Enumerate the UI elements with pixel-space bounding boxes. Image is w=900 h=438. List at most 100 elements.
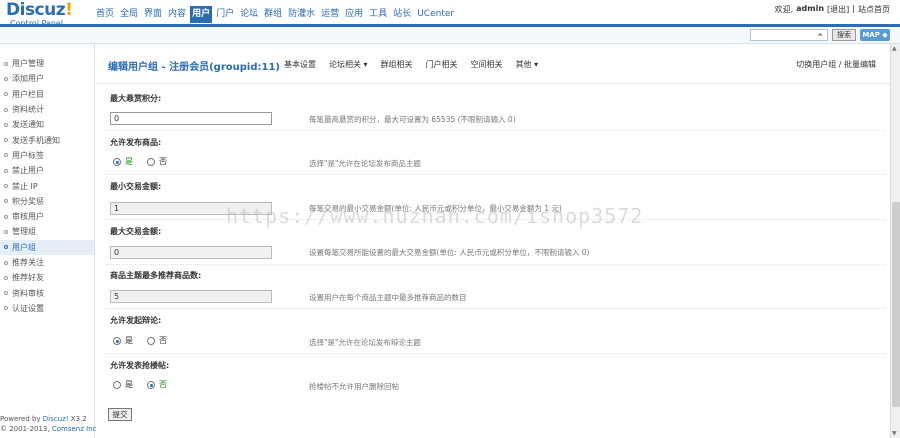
- max-reward-input[interactable]: [110, 112, 272, 125]
- allow-debate-no-radio[interactable]: [147, 336, 155, 345]
- sidebar-item-12[interactable]: 用户组: [0, 239, 94, 255]
- sidebar-item-label: 推荐关注: [12, 258, 44, 267]
- allow-trade-label: 允许发布商品:: [110, 138, 162, 147]
- sidebar-item-13[interactable]: 推荐关注: [0, 255, 94, 270]
- map-button[interactable]: MAP ◆: [860, 29, 890, 41]
- divider: [106, 353, 886, 354]
- sidebar-item-11[interactable]: 管理组: [0, 224, 94, 239]
- max-recommend-input[interactable]: [110, 290, 272, 303]
- tab-0[interactable]: 基本设置: [284, 59, 316, 70]
- allow-rush-no-radio[interactable]: [147, 380, 155, 389]
- username: admin: [796, 4, 825, 13]
- divider: [106, 264, 886, 265]
- bullet-icon: [4, 153, 8, 158]
- max-recommend-label: 商品主题最多推荐商品数:: [110, 271, 202, 280]
- tab-3[interactable]: 门户相关: [426, 59, 458, 70]
- sidebar-item-15[interactable]: 资料审核: [0, 285, 94, 300]
- scroll-thumb[interactable]: [892, 202, 900, 407]
- allow-trade-radios: 是 否: [113, 156, 177, 167]
- sidebar-item-1[interactable]: 添加用户: [0, 71, 94, 86]
- top-nav: 首页 全局 界面 内容 用户 门户 论坛 群组 防灌水 运营 应用 工具 站长 UCenter: [94, 6, 458, 24]
- max-trade-label: 最大交易金额:: [110, 227, 162, 236]
- bullet-icon: [4, 275, 8, 280]
- tab-5[interactable]: 其他 ▾: [516, 59, 539, 70]
- divider: [106, 308, 886, 309]
- nav-item-0[interactable]: 首页: [94, 6, 116, 23]
- tab-2[interactable]: 群组相关: [381, 59, 413, 70]
- scroll-up-icon[interactable]: ▲: [892, 45, 897, 52]
- sidebar-item-label: 资料审核: [12, 288, 44, 298]
- page-header: 编辑用户组 - 注册会员(groupid:11) 基本设置 论坛相关 ▾ 群组相关 门…: [96, 44, 890, 84]
- divider: [106, 219, 886, 220]
- sidebar-item-label: 用户栏目: [12, 89, 44, 99]
- sidebar-item-6[interactable]: 用户标签: [0, 148, 94, 163]
- search-button[interactable]: 搜索: [832, 29, 856, 41]
- sidebar-item-2[interactable]: 用户栏目: [0, 87, 94, 102]
- submit-button[interactable]: 提交: [108, 408, 132, 421]
- nav-item-7[interactable]: 群组: [262, 6, 284, 23]
- logout-link[interactable]: [退出]: [827, 4, 849, 15]
- allow-debate-yes-radio[interactable]: [113, 336, 121, 345]
- sidebar-item-14[interactable]: 推荐好友: [0, 270, 94, 285]
- nav-item-6[interactable]: 论坛: [238, 6, 260, 23]
- site-home-link[interactable]: 站点首页: [858, 4, 890, 15]
- min-trade-desc: 每笔交易的最小交易金额(单位: 人民币元或积分单位，最小交易金额为 1 元): [309, 204, 562, 213]
- allow-rush-yes-label[interactable]: 是: [125, 379, 133, 390]
- allow-trade-yes-label[interactable]: 是: [125, 156, 133, 167]
- allow-rush-label: 允许发表抢楼帖:: [110, 361, 170, 370]
- sidebar-item-label: 发送手机通知: [12, 135, 60, 145]
- bullet-icon: [4, 291, 8, 296]
- separator: |: [852, 4, 855, 13]
- sidebar-item-7[interactable]: 禁止用户: [0, 163, 94, 178]
- sidebar-item-label: 禁止 IP: [12, 181, 38, 191]
- allow-rush-radios: 是 否: [113, 379, 177, 390]
- tab-4[interactable]: 空间相关: [471, 59, 503, 70]
- max-trade-input[interactable]: [110, 246, 272, 259]
- footer: Powered by Discuz! X3.2 © 2001-2013, Com…: [0, 414, 100, 434]
- switch-group-link[interactable]: 切换用户组 / 批量编辑: [796, 59, 876, 70]
- tab-1[interactable]: 论坛相关 ▾: [329, 59, 368, 70]
- footer-prefix: Powered by: [0, 415, 43, 423]
- footer-company[interactable]: Comsenz Inc.: [52, 425, 99, 433]
- nav-item-8[interactable]: 防灌水: [286, 6, 317, 23]
- bullet-icon: [4, 138, 8, 143]
- allow-trade-no-label[interactable]: 否: [159, 156, 167, 167]
- nav-item-12[interactable]: 站长: [391, 6, 413, 23]
- sidebar-item-label: 推荐好友: [12, 273, 44, 283]
- sidebar-item-0[interactable]: 用户管理: [0, 56, 94, 71]
- sidebar-item-10[interactable]: 审核用户: [0, 209, 94, 224]
- nav-item-4[interactable]: 用户: [190, 6, 213, 23]
- allow-trade-no-radio[interactable]: [147, 157, 155, 166]
- scroll-down-icon[interactable]: ▼: [892, 430, 897, 437]
- nav-item-13[interactable]: UCenter: [415, 6, 456, 23]
- sidebar-item-16[interactable]: 认证设置: [0, 301, 94, 316]
- sidebar-menu: 用户管理添加用户用户栏目资料统计 发送通知发送手机通知用户标签 禁止用户禁止 IP 积…: [0, 44, 94, 316]
- search-bar: ⏶ 搜索 MAP ◆: [0, 27, 900, 44]
- sidebar-item-label: 审核用户: [12, 212, 44, 222]
- allow-rush-no-label[interactable]: 否: [159, 379, 167, 390]
- sidebar-item-4[interactable]: 发送通知: [0, 117, 94, 132]
- header: Discuz! Control Panel 首页 全局 界面 内容 用户 门户 论坛 群组 防灌…: [0, 0, 900, 28]
- allow-debate-label: 允许发起辩论:: [110, 316, 162, 325]
- sidebar-item-label: 添加用户: [12, 74, 44, 84]
- sidebar-item-label: 管理组: [12, 227, 36, 237]
- allow-trade-yes-radio[interactable]: [113, 157, 121, 166]
- allow-debate-no-label[interactable]: 否: [159, 335, 167, 346]
- nav-item-11[interactable]: 工具: [367, 6, 389, 23]
- nav-item-3[interactable]: 内容: [166, 6, 188, 23]
- sidebar-item-9[interactable]: 积分奖惩: [0, 194, 94, 209]
- footer-brand[interactable]: Discuz!: [43, 415, 69, 423]
- scrollbar[interactable]: ▲ ▼: [890, 44, 900, 438]
- nav-item-1[interactable]: 全局: [118, 6, 140, 23]
- nav-item-5[interactable]: 门户: [214, 6, 236, 23]
- microphone-icon[interactable]: ⏶: [817, 30, 823, 40]
- allow-rush-yes-radio[interactable]: [113, 380, 121, 389]
- allow-debate-yes-label[interactable]: 是: [125, 335, 133, 346]
- nav-item-10[interactable]: 应用: [343, 6, 365, 23]
- sidebar-item-5[interactable]: 发送手机通知: [0, 132, 94, 147]
- sidebar-item-3[interactable]: 资料统计: [0, 102, 94, 117]
- min-trade-input[interactable]: [110, 202, 272, 215]
- nav-item-9[interactable]: 运营: [319, 6, 341, 23]
- nav-item-2[interactable]: 界面: [142, 6, 164, 23]
- sidebar-item-8[interactable]: 禁止 IP: [0, 178, 94, 193]
